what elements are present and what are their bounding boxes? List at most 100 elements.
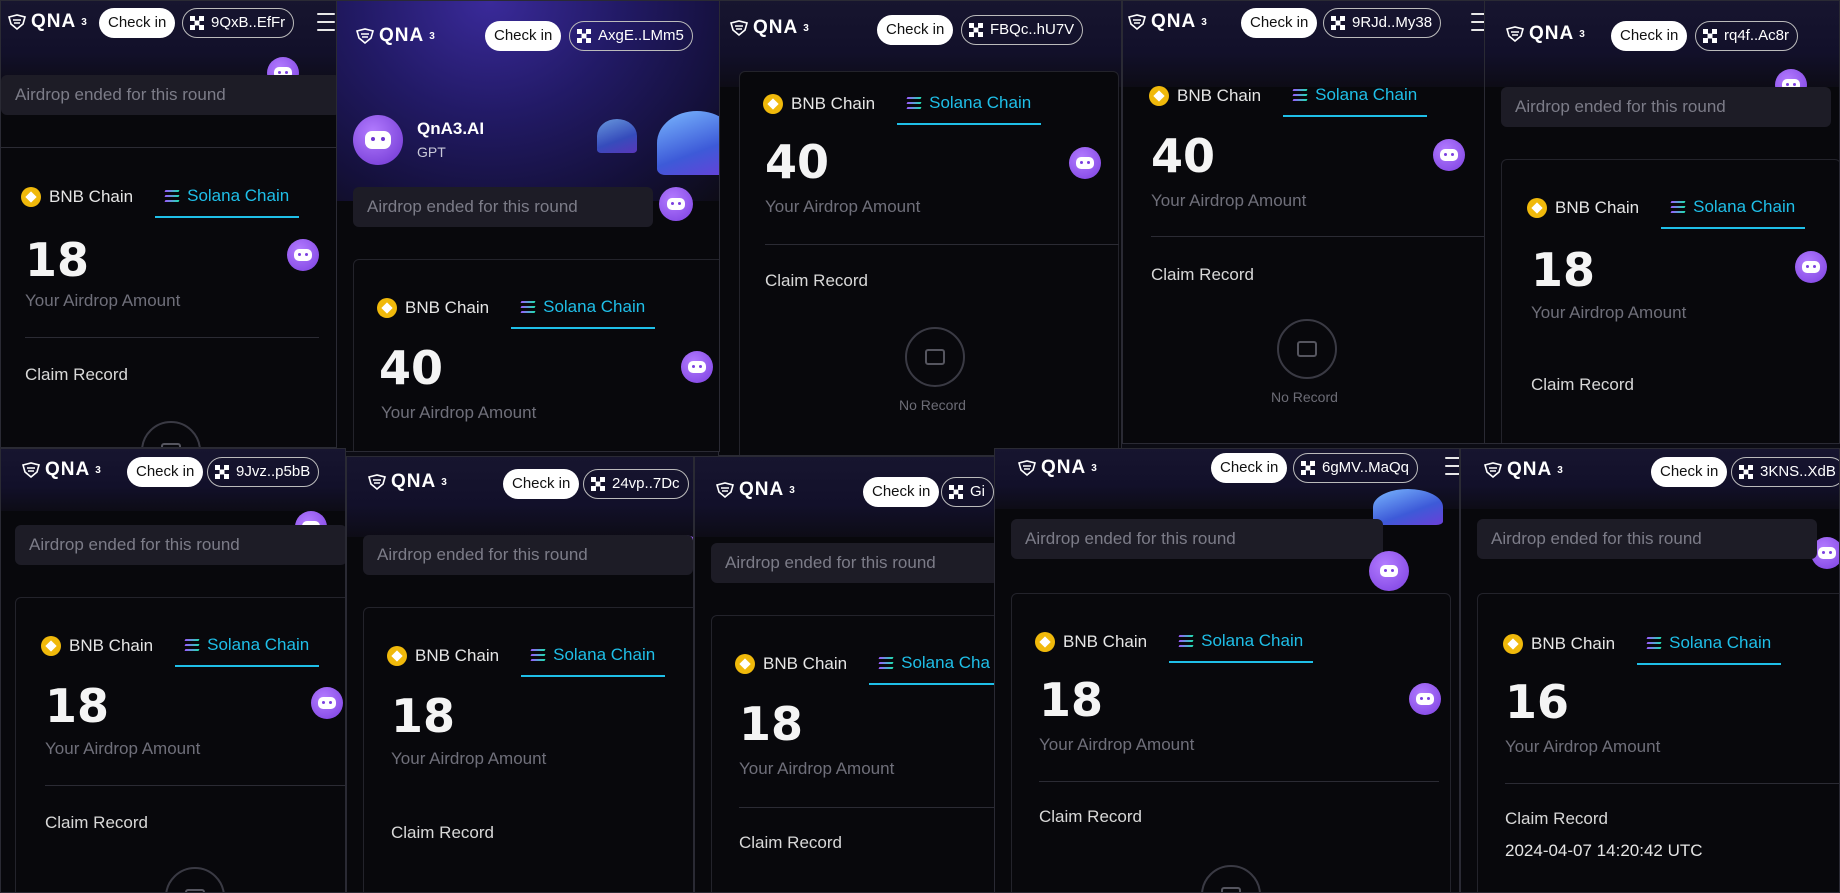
tab-solana-chain[interactable]: Solana Chain	[897, 93, 1042, 125]
tab-bnb-chain[interactable]: BNB Chain	[763, 93, 889, 125]
bnb-coin-icon	[1035, 632, 1055, 652]
airdrop-amount-label: Your Airdrop Amount	[381, 403, 537, 422]
wallet-button[interactable]: 3KNS..XdB	[1731, 457, 1839, 487]
tab-label: Solana Chain	[1669, 633, 1772, 652]
qna3-logo[interactable]: QNA 3	[1017, 457, 1098, 479]
airdrop-amount: 18	[1531, 243, 1596, 297]
logo-text: QNA	[45, 459, 91, 480]
airdrop-amount-label: Your Airdrop Amount	[1151, 191, 1307, 210]
bnb-coin-icon	[21, 187, 41, 207]
wallet-button[interactable]: Gi	[941, 477, 994, 507]
qna3-logo[interactable]: QNA 3	[715, 479, 796, 501]
app-panel-3: QNA 3 Check in FBQc..hU7V BNB Chain Solan…	[718, 0, 1122, 456]
check-in-button[interactable]: Check in	[1611, 21, 1688, 51]
qna3-logo[interactable]: QNA 3	[1127, 11, 1208, 33]
check-in-button[interactable]: Check in	[503, 469, 580, 499]
check-in-button[interactable]: Check in	[863, 477, 940, 507]
tab-label: BNB Chain	[49, 187, 134, 206]
airdrop-amount-label: Your Airdrop Amount	[25, 291, 181, 310]
tab-label: BNB Chain	[415, 646, 500, 665]
wallet-avatar-icon	[591, 477, 605, 491]
logo-icon	[730, 20, 748, 36]
wallet-button[interactable]: FBQc..hU7V	[961, 15, 1084, 45]
logo-icon	[368, 474, 386, 490]
logo-text: QNA	[753, 17, 799, 38]
qna3-logo[interactable]: QNA 3	[367, 471, 448, 493]
tab-solana-chain[interactable]: Solana Chain	[155, 186, 300, 218]
tab-label: BNB Chain	[1063, 632, 1148, 651]
bnb-coin-icon	[1527, 198, 1547, 218]
wallet-button[interactable]: AxgE..LMm5	[569, 21, 693, 51]
wallet-button[interactable]: 9RJd..My38	[1323, 8, 1442, 38]
tab-bnb-chain[interactable]: BNB Chain	[41, 635, 167, 667]
wallet-address: AxgE..LMm5	[598, 27, 684, 44]
qna3-logo[interactable]: QNA 3	[1483, 459, 1564, 481]
solana-icon	[1670, 201, 1686, 213]
wallet-button[interactable]: 9QxB..EfFr	[182, 8, 295, 38]
tab-bnb-chain[interactable]: BNB Chain	[1035, 631, 1161, 663]
logo-icon	[356, 28, 374, 44]
qna3-logo[interactable]: QNA 3	[1505, 23, 1586, 45]
tab-solana-chain[interactable]: Solana Chain	[1283, 85, 1428, 117]
wallet-button[interactable]: 24vp..7Dc	[583, 469, 689, 499]
logo-superscript: 3	[1557, 464, 1564, 476]
wallet-address: 3KNS..XdB	[1760, 463, 1836, 480]
logo-superscript: 3	[81, 16, 88, 28]
tab-solana-chain[interactable]: Solana Chain	[511, 297, 656, 329]
menu-icon[interactable]	[317, 13, 335, 31]
tab-bnb-chain[interactable]: BNB Chain	[377, 297, 503, 329]
tab-solana-chain[interactable]: Solana Chain	[175, 635, 320, 667]
app-panel-2: QNA 3 Check in AxgE..LMm5 QnA3.AI GPT Air…	[336, 0, 720, 452]
tab-bnb-chain[interactable]: BNB Chain	[21, 186, 147, 218]
check-in-button[interactable]: Check in	[99, 8, 176, 38]
check-in-button[interactable]: Check in	[1211, 453, 1288, 483]
airdrop-ended-banner: Airdrop ended for this round	[1501, 87, 1831, 127]
qna3-logo[interactable]: QNA 3	[729, 17, 810, 39]
wallet-address: 6gMV..MaQq	[1322, 459, 1409, 476]
robot-icon	[1409, 683, 1441, 715]
wallet-address: 9QxB..EfFr	[211, 14, 286, 31]
solana-icon	[1646, 637, 1662, 649]
wallet-button[interactable]: rq4f..Ac8r	[1695, 21, 1799, 51]
menu-icon[interactable]	[1445, 457, 1459, 475]
claim-record-heading: Claim Record	[1151, 265, 1254, 284]
divider	[1151, 236, 1485, 237]
check-in-button[interactable]: Check in	[1651, 457, 1728, 487]
logo-superscript: 3	[1201, 16, 1208, 28]
tab-solana-chain[interactable]: Solana Chain	[1661, 197, 1806, 229]
logo-text: QNA	[1151, 11, 1197, 32]
solana-icon	[1292, 89, 1308, 101]
robot-icon	[311, 687, 343, 719]
solana-icon	[906, 97, 922, 109]
no-record-icon	[905, 327, 965, 387]
logo-icon	[1506, 26, 1524, 42]
wallet-avatar-icon	[949, 485, 963, 499]
qna3-logo[interactable]: QNA 3	[7, 11, 88, 33]
check-in-button[interactable]: Check in	[1241, 8, 1318, 38]
logo-superscript: 3	[803, 22, 810, 34]
tab-solana-chain[interactable]: Solana Cha	[869, 653, 995, 685]
tab-solana-chain[interactable]: Solana Chain	[1637, 633, 1782, 665]
wallet-button[interactable]: 6gMV..MaQq	[1293, 453, 1418, 483]
check-in-button[interactable]: Check in	[877, 15, 954, 45]
check-in-button[interactable]: Check in	[485, 21, 562, 51]
tab-bnb-chain[interactable]: BNB Chain	[735, 653, 861, 685]
chain-tabs: BNB Chain Solana Chain	[1503, 633, 1789, 665]
tab-label: BNB Chain	[791, 94, 876, 113]
tab-bnb-chain[interactable]: BNB Chain	[1149, 85, 1275, 117]
logo-superscript: 3	[1579, 28, 1586, 40]
qna3-logo[interactable]: QNA 3	[355, 25, 436, 47]
tab-bnb-chain[interactable]: BNB Chain	[1503, 633, 1629, 665]
logo-text: QNA	[1041, 457, 1087, 478]
airdrop-ended-banner: Airdrop ended for this round	[1011, 519, 1383, 559]
check-in-button[interactable]: Check in	[127, 457, 204, 487]
tab-solana-chain[interactable]: Solana Chain	[1169, 631, 1314, 663]
qna3-logo[interactable]: QNA 3	[21, 459, 102, 481]
tab-bnb-chain[interactable]: BNB Chain	[1527, 197, 1653, 229]
wallet-button[interactable]: 9Jvz..p5bB	[207, 457, 320, 487]
tab-label: BNB Chain	[1177, 86, 1262, 105]
logo-text: QNA	[391, 471, 437, 492]
airdrop-amount-label: Your Airdrop Amount	[45, 739, 201, 758]
tab-bnb-chain[interactable]: BNB Chain	[387, 645, 513, 677]
tab-solana-chain[interactable]: Solana Chain	[521, 645, 666, 677]
